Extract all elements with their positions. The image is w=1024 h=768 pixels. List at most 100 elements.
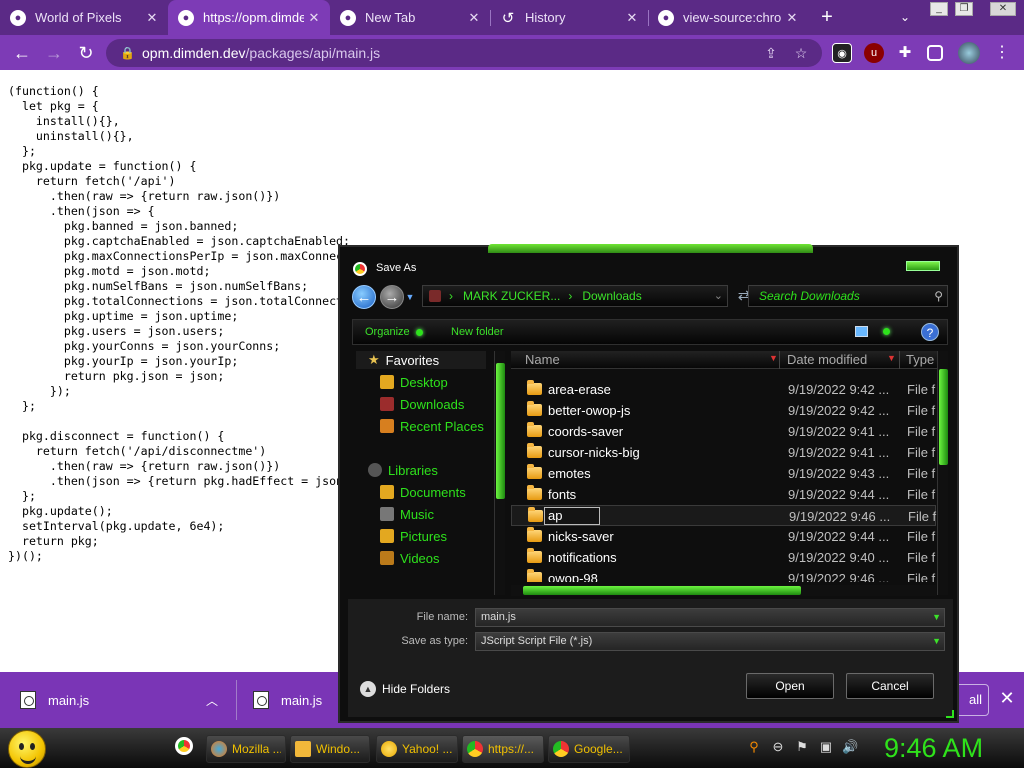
file-row[interactable]: emotes 9/19/2022 9:43 ... File f bbox=[511, 463, 936, 484]
new-tab-button[interactable]: + bbox=[815, 5, 839, 29]
close-icon[interactable]: ✕ bbox=[622, 10, 642, 26]
close-icon[interactable]: ✕ bbox=[464, 10, 484, 26]
filelist-horizontal-scrollbar[interactable] bbox=[511, 585, 936, 596]
back-button[interactable]: ← bbox=[9, 40, 35, 66]
scrollbar-thumb[interactable] bbox=[496, 363, 505, 499]
file-row[interactable]: nicks-saver 9/19/2022 9:44 ... File f bbox=[511, 526, 936, 547]
close-icon[interactable]: ✕ bbox=[142, 10, 162, 26]
cancel-button[interactable]: Cancel bbox=[846, 673, 934, 699]
nav-item-downloads[interactable]: Downloads bbox=[380, 395, 464, 413]
hide-folders-button[interactable]: ▲ Hide Folders bbox=[360, 681, 450, 697]
chevron-up-icon[interactable]: ︿ bbox=[206, 692, 218, 709]
menu-kebab-icon[interactable]: ⋮ bbox=[992, 43, 1012, 63]
volume-icon[interactable]: 🔊 bbox=[842, 739, 858, 755]
dialog-search-input[interactable]: Search Downloads ⚲ bbox=[748, 285, 948, 307]
file-row[interactable]: area-erase 9/19/2022 9:42 ... File f bbox=[511, 379, 936, 400]
tab-history[interactable]: ↺ History ✕ bbox=[490, 0, 648, 35]
nav-label: Documents bbox=[400, 484, 466, 500]
file-row[interactable]: cursor-nicks-big 9/19/2022 9:41 ... File f bbox=[511, 442, 936, 463]
libraries-header[interactable]: Libraries bbox=[356, 461, 438, 479]
open-button[interactable]: Open bbox=[746, 673, 834, 699]
sort-arrow-icon[interactable]: ▼ bbox=[769, 353, 778, 363]
breadcrumb-item[interactable]: Downloads bbox=[582, 289, 641, 303]
nav-item-pictures[interactable]: Pictures bbox=[380, 527, 447, 545]
new-folder-button[interactable]: New folder bbox=[451, 326, 504, 338]
close-icon[interactable]: ✕ bbox=[997, 688, 1017, 708]
file-row-renaming[interactable]: ap 9/19/2022 9:46 ... File f bbox=[511, 505, 936, 526]
sort-arrow-icon[interactable]: ▼ bbox=[887, 353, 896, 363]
extension-icon[interactable]: ◉ bbox=[832, 43, 852, 63]
help-icon[interactable]: ? bbox=[921, 323, 939, 341]
breadcrumb-item[interactable]: MARK ZUCKER... bbox=[463, 289, 560, 303]
view-dropdown-dot-icon[interactable] bbox=[883, 328, 890, 335]
side-panel-icon[interactable] bbox=[927, 45, 943, 61]
reload-button[interactable]: ↻ bbox=[73, 40, 99, 66]
file-row[interactable]: notifications 9/19/2022 9:40 ... File f bbox=[511, 547, 936, 568]
download-item[interactable]: main.js ︿ bbox=[0, 684, 235, 716]
dialog-address-bar[interactable]: › MARK ZUCKER... › Downloads ⌄ bbox=[422, 285, 728, 307]
close-window-button[interactable]: ✕ bbox=[990, 2, 1016, 16]
chrome-icon[interactable] bbox=[175, 737, 193, 755]
nav-item-desktop[interactable]: Desktop bbox=[380, 373, 448, 391]
taskbar-button-chrome-active[interactable]: https://... bbox=[462, 735, 544, 763]
file-row[interactable]: fonts 9/19/2022 9:44 ... File f bbox=[511, 484, 936, 505]
minimize-button[interactable]: _ bbox=[930, 2, 948, 16]
scrollbar-thumb[interactable] bbox=[939, 369, 948, 465]
dialog-close-button[interactable] bbox=[906, 261, 940, 271]
avatar[interactable] bbox=[958, 42, 980, 64]
taskbar-button-chrome[interactable]: Google... bbox=[548, 735, 630, 763]
resize-grip[interactable] bbox=[946, 710, 954, 718]
file-name-input[interactable]: main.js ▼ bbox=[475, 608, 945, 627]
network-icon[interactable]: ▣ bbox=[818, 739, 834, 755]
organize-button[interactable]: Organize bbox=[365, 326, 423, 338]
tray-circle-icon[interactable]: ⊖ bbox=[770, 739, 786, 755]
clock[interactable]: 9:46 AM bbox=[884, 731, 983, 765]
show-all-button[interactable]: all bbox=[955, 684, 989, 716]
favorites-header[interactable]: ★ Favorites bbox=[356, 351, 486, 369]
restore-button[interactable]: ❐ bbox=[955, 2, 973, 16]
close-icon[interactable]: ✕ bbox=[782, 10, 802, 26]
nav-item-recent-places[interactable]: Recent Places bbox=[380, 417, 484, 435]
forward-button[interactable]: → bbox=[380, 285, 404, 309]
tab-opm-dimden[interactable]: ● https://opm.dimden ✕ bbox=[168, 0, 330, 35]
tab-view-source[interactable]: ● view-source:chrom ✕ bbox=[648, 0, 808, 35]
column-type[interactable]: Type bbox=[906, 352, 934, 367]
search-icon[interactable]: ⚲ bbox=[934, 286, 943, 306]
bookmark-star-icon[interactable]: ☆ bbox=[792, 44, 810, 62]
recent-locations-dropdown[interactable]: ▼ bbox=[405, 285, 415, 309]
column-date[interactable]: Date modified bbox=[787, 352, 867, 367]
chevron-down-icon[interactable]: ⌄ bbox=[714, 289, 723, 302]
ublock-icon[interactable]: u bbox=[864, 43, 884, 63]
taskbar-button-yahoo[interactable]: Yahoo! ... bbox=[376, 735, 458, 763]
tab-new-tab[interactable]: ● New Tab ✕ bbox=[330, 0, 490, 35]
column-name[interactable]: Name bbox=[525, 352, 560, 367]
filelist-scrollbar[interactable] bbox=[937, 351, 948, 595]
chevron-down-icon[interactable]: ▼ bbox=[932, 633, 941, 650]
scrollbar-thumb[interactable] bbox=[523, 586, 801, 595]
start-button[interactable] bbox=[8, 730, 46, 768]
chevron-down-icon[interactable]: ▼ bbox=[932, 609, 941, 626]
file-row[interactable]: coords-saver 9/19/2022 9:41 ... File f bbox=[511, 421, 936, 442]
nav-item-music[interactable]: Music bbox=[380, 505, 434, 523]
address-bar[interactable]: 🔒 opm.dimden.dev/packages/api/main.js ⇪ … bbox=[106, 39, 822, 67]
forward-button[interactable]: → bbox=[41, 40, 67, 66]
rename-input[interactable]: ap bbox=[544, 507, 600, 525]
view-options-icon[interactable] bbox=[855, 326, 868, 337]
search-icon[interactable]: ⚲ bbox=[746, 739, 762, 755]
taskbar-button-explorer[interactable]: Windo... bbox=[290, 735, 370, 763]
file-row[interactable]: owop-98 9/19/2022 9:46 ... File f bbox=[511, 568, 936, 582]
share-icon[interactable]: ⇪ bbox=[762, 44, 780, 62]
action-center-flag-icon[interactable]: ⚑ bbox=[794, 739, 810, 755]
navpane-scrollbar[interactable] bbox=[494, 351, 505, 595]
tab-world-of-pixels[interactable]: ● World of Pixels ✕ bbox=[0, 0, 168, 35]
nav-item-videos[interactable]: Videos bbox=[380, 549, 440, 567]
taskbar-button-firefox[interactable]: Mozilla ... bbox=[206, 735, 286, 763]
close-icon[interactable]: ✕ bbox=[304, 10, 324, 26]
nav-item-documents[interactable]: Documents bbox=[380, 483, 466, 501]
back-button[interactable]: ← bbox=[352, 285, 376, 309]
extensions-puzzle-icon[interactable]: ✚ bbox=[895, 43, 915, 63]
download-item[interactable]: main.js bbox=[233, 684, 343, 716]
file-row[interactable]: better-owop-js 9/19/2022 9:42 ... File f bbox=[511, 400, 936, 421]
tab-search-icon[interactable]: ⌄ bbox=[895, 7, 915, 27]
save-type-select[interactable]: JScript Script File (*.js) ▼ bbox=[475, 632, 945, 651]
